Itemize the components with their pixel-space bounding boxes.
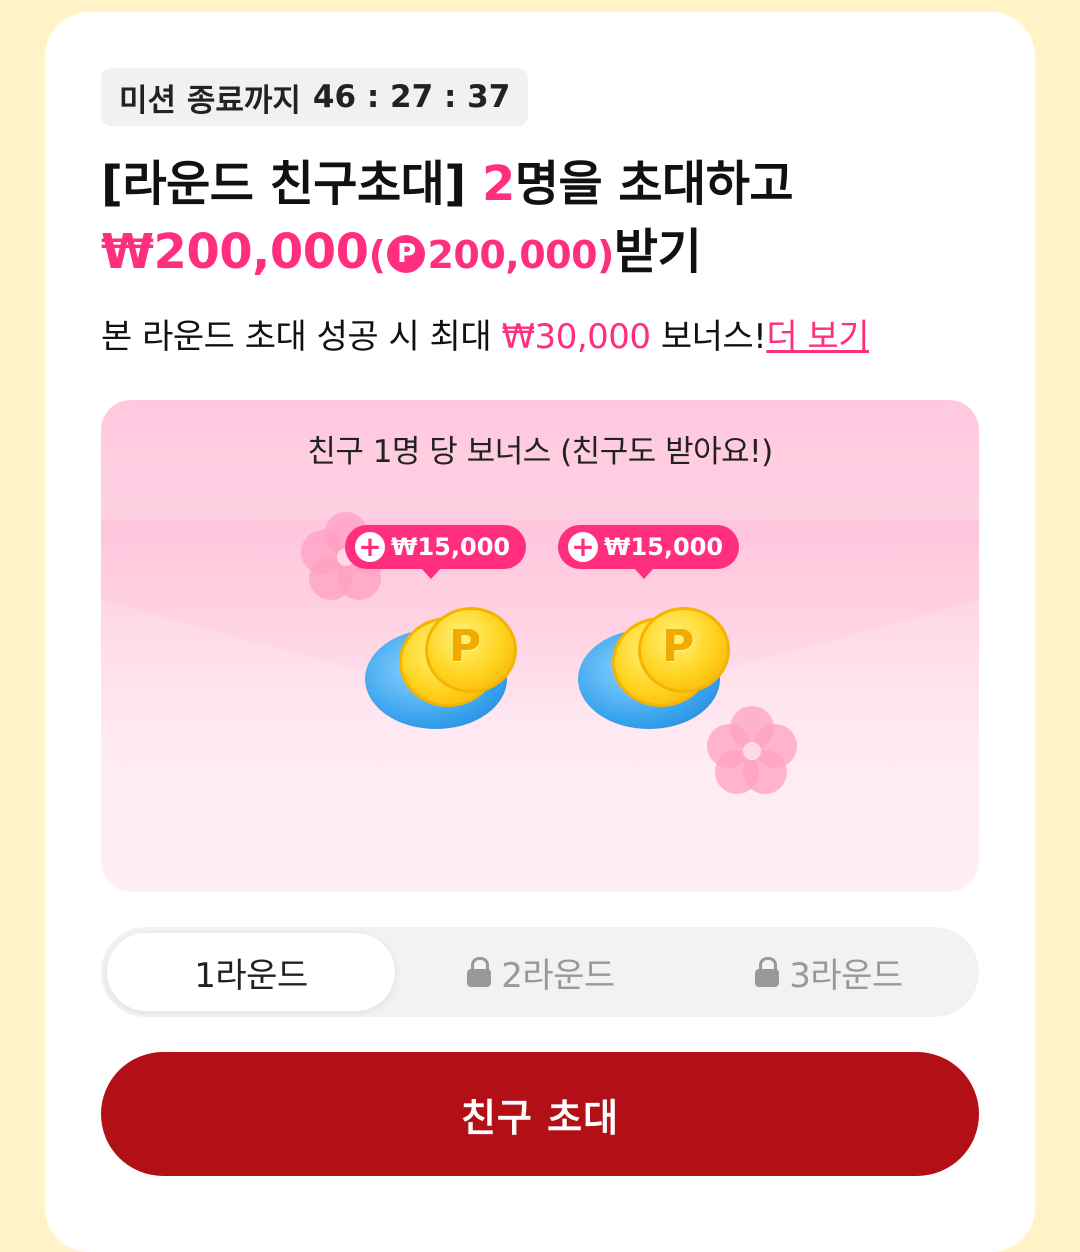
timer-value: 46 : 27 : 37 [312, 79, 511, 115]
point-amount: 200,000 [427, 233, 598, 277]
paren-close: ) [597, 233, 614, 277]
subline-text2: 보너스! [660, 317, 767, 357]
mission-card: 미션 종료까지 46 : 27 : 37 [라운드 친구초대] 2명을 초대하고… [45, 12, 1035, 1252]
invite-count: 2 [481, 156, 515, 212]
tab-label: 3라운드 [789, 955, 903, 996]
coin-bowl-icon: P [361, 603, 517, 743]
coin-letter: P [449, 621, 482, 672]
reward-badge-amount: ₩15,000 [391, 533, 511, 561]
bonus-panel: 친구 1명 당 보너스 (친구도 받아요!) + ₩15,000 P + ₩15… [101, 400, 979, 892]
lock-icon [467, 957, 492, 987]
mission-timer: 미션 종료까지 46 : 27 : 37 [101, 68, 529, 126]
reward-badge-amount: ₩15,000 [604, 533, 724, 561]
coin-letter: P [662, 621, 695, 672]
bonus-subline: 본 라운드 초대 성공 시 최대 ₩30,000 보너스!더 보기 [101, 312, 1001, 362]
subline-text: 본 라운드 초대 성공 시 최대 [101, 317, 492, 357]
tab-round-2[interactable]: 2라운드 [397, 933, 685, 1011]
headline-suffix: 받기 [613, 224, 702, 280]
reward-badge: + ₩15,000 [558, 525, 740, 579]
round-tabs: 1라운드 2라운드 3라운드 [101, 927, 979, 1017]
tab-label: 2라운드 [501, 955, 615, 996]
headline-prefix: [라운드 친구초대] [101, 156, 466, 212]
invite-friend-button[interactable]: 친구 초대 [101, 1052, 979, 1176]
tab-round-3[interactable]: 3라운드 [685, 933, 973, 1011]
subline-amount: ₩30,000 [501, 317, 651, 357]
reward-badge: + ₩15,000 [345, 525, 527, 579]
reward-item: + ₩15,000 P [558, 525, 740, 755]
see-more-link[interactable]: 더 보기 [766, 317, 869, 357]
lock-icon [755, 957, 780, 987]
paren-open: ( [368, 233, 386, 277]
tab-round-1[interactable]: 1라운드 [107, 933, 395, 1011]
coin-bowl-icon: P [574, 603, 730, 743]
headline-count-suffix: 명을 초대하고 [514, 156, 794, 212]
reward-amount: ₩200,000 [101, 224, 369, 280]
plus-icon: + [568, 532, 598, 562]
plus-icon: + [355, 532, 385, 562]
point-icon: P [387, 235, 426, 273]
reward-item: + ₩15,000 P [345, 525, 527, 755]
mission-headline: [라운드 친구초대] 2명을 초대하고 ₩200,000(P 200,000)받기 [101, 150, 981, 289]
tab-label: 1라운드 [194, 955, 308, 996]
timer-label: 미션 종료까지 [119, 82, 301, 119]
envelope-fold [101, 520, 979, 720]
bonus-title: 친구 1명 당 보너스 (친구도 받아요!) [307, 434, 773, 470]
